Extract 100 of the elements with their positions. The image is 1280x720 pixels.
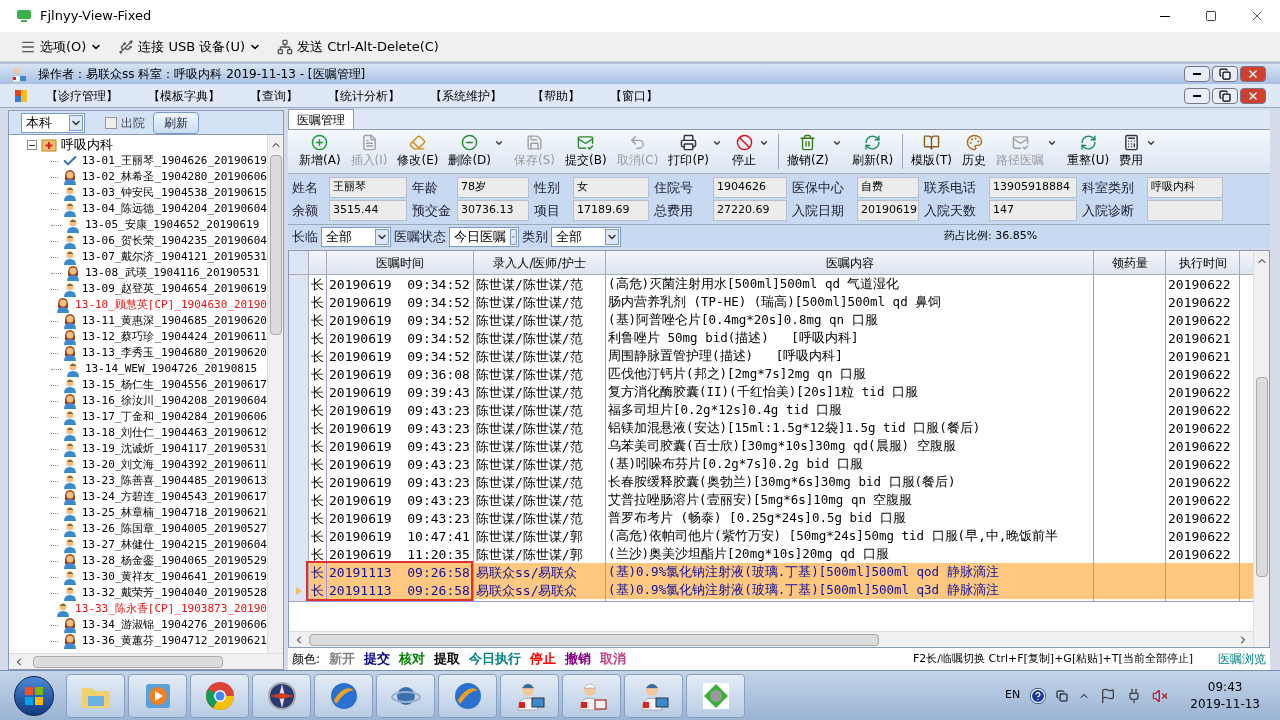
menu-item[interactable]: 【帮助】 [532,86,580,105]
refresh-button[interactable]: 刷新 [153,111,199,134]
patient-tree-item[interactable]: 13-24_方碧连_1904543_20190617 [81,488,267,506]
info-field[interactable] [1147,200,1223,221]
patient-tree-item[interactable]: 13-13_李秀玉_1904680_20190620 [81,344,267,362]
patient-tree-item[interactable]: 13-09_赵登英_1904654_20190619 [81,280,267,298]
horizontal-scrollbar[interactable] [289,631,1253,647]
help-icon[interactable] [1030,687,1047,704]
info-field[interactable]: 女 [573,177,649,198]
table-row[interactable]: 长 20190619 09:34:52 陈世谋/陈世谋/范 周围静脉置管护理(描述) [呼吸内科] 20190621 [289,347,1253,365]
close-button[interactable] [1240,66,1266,82]
info-field[interactable]: 1904626 [713,177,787,198]
flag-icon[interactable] [1100,687,1117,704]
tree-root-label[interactable]: 呼吸内科 [61,135,113,155]
patient-tree-item[interactable]: 13-06_贺长荣_1904235_20190604 [81,232,267,250]
filter-dropdown[interactable]: 全部 [551,226,621,247]
menu-item[interactable]: 【诊疗管理】 [46,86,118,105]
restore-button[interactable] [1212,66,1238,82]
close-button[interactable] [1240,87,1266,104]
clock-date[interactable]: 2019-11-13 [1190,695,1260,713]
patient-tree-item[interactable]: 13-23_陈善喜_1904485_20190613 [81,472,267,490]
patient-tree-item[interactable]: 13-01_王丽琴_1904626_20190619 [81,152,267,170]
toolbar-button[interactable]: 打印(P) [663,134,727,169]
info-field[interactable]: 30736.13 [457,200,529,221]
table-row[interactable]: 长 20191113 09:26:58 易联众ss/易联众 (基)0.9%氯化钠注射液(玻璃.丁基)[500ml]500ml qod 静脉滴注 [289,563,1253,581]
patient-tree-item[interactable]: 13-25_林章楠_1904718_20190621 [81,504,267,522]
scope-dropdown[interactable]: 本科 [21,112,85,133]
filter-dropdown[interactable]: 全部 [321,226,391,247]
patient-tree-item[interactable]: 13-32_戴荣芳_1904040_20190528 [81,584,267,602]
patient-tree-item[interactable]: 13-30_黄祥友_1904641_20190619 [81,568,267,586]
toolbar-menu-button[interactable]: 选项(O) [20,36,103,57]
menu-item[interactable]: 【统计分析】 [328,86,400,105]
row-header[interactable] [289,581,309,602]
patient-tree-item[interactable]: 13-14_WEW_1904726_20190815 [85,360,258,378]
vertical-scrollbar[interactable] [1253,251,1269,647]
taskbar-button[interactable] [500,673,559,718]
minimize-button[interactable] [1184,66,1210,82]
info-field[interactable]: 自费 [857,177,919,198]
minimize-button[interactable] [1184,87,1210,104]
filter-dropdown[interactable]: 今日医嘱 [449,226,519,247]
patient-tree-item[interactable]: 13-33_陈永香[CP]_1903873_20190 [75,600,267,618]
patient-tree-item[interactable]: 13-20_刘文海_1904392_20190611 [81,456,267,474]
taskbar-button[interactable] [438,673,497,718]
checkbox[interactable] [105,116,117,129]
clock-time[interactable]: 09:43 [1207,678,1243,696]
restore-button[interactable] [1212,87,1238,104]
info-field[interactable]: 78岁 [457,177,529,198]
patient-tree-item[interactable]: 13-17_丁金和_1904284_20190606 [81,408,267,426]
patient-tree-item[interactable]: 13-26_陈国章_1904005_20190527 [81,520,267,538]
patient-tree-item[interactable]: 13-27_林健仕_1904215_20190604 [81,536,267,554]
table-row[interactable]: 长 20190619 09:34:52 陈世谋/陈世谋/范 利鲁唑片 50mg bid(描述) [呼吸内科] 20190621 [289,329,1253,347]
info-field[interactable]: 147 [989,200,1077,221]
patient-tree-item[interactable]: 13-08_武瑛_1904116_20190531 [85,264,260,282]
toolbar-button[interactable]: 删除(D) [443,134,510,169]
toolbar-button[interactable]: 重整(U) [1062,134,1115,169]
patient-tree-item[interactable]: 13-07_戴尔济_1904121_20190531 [81,248,267,266]
patient-tree-item[interactable]: 13-03_钟安民_1904538_20190615 [81,184,267,202]
toolbar-button[interactable]: 修改(E) [392,134,444,169]
collapse-toggle[interactable] [27,140,37,150]
toolbar-button[interactable]: 新增(A) [294,134,346,169]
table-row[interactable]: 长 20190619 09:34:52 陈世谋/陈世谋/范 (基)阿普唑仑片[0.4mg*20s]0.8mg qn 口服 20190622 [289,311,1253,329]
patient-tree-item[interactable]: 13-05_安康_1904652_20190619 [85,216,260,234]
info-field[interactable]: 呼吸内科 [1147,177,1223,198]
patient-tree-item[interactable]: 13-34_游淑锦_1904276_20190606 [81,616,267,634]
toolbar-button[interactable]: 刷新(R) [846,134,899,169]
info-field[interactable]: 17189.69 [573,200,649,221]
info-field[interactable]: 3515.44 [329,200,407,221]
patient-tree-item[interactable]: 13-18_刘仕仁_1904463_20190612 [81,424,267,442]
toolbar-button[interactable]: 历史 [957,134,991,169]
patient-tree-item[interactable]: 13-15_杨仁生_1904556_20190617 [81,376,267,394]
table-row[interactable]: 长 20190619 09:43:23 陈世谋/陈世谋/范 (基)吲哚布芬片[0.2g*7s]0.2g bid 口服 20190622 [289,455,1253,473]
toolbar-button[interactable]: 撤销(Z) [778,134,847,169]
toolbar-menu-button[interactable]: 发送 Ctrl-Alt-Delete(C) [277,36,439,57]
patient-tree-item[interactable]: 13-16_徐汝川_1904208_20190604 [81,392,267,410]
menu-item[interactable]: 【系统维护】 [430,86,502,105]
table-row[interactable]: 长 20190619 09:43:23 陈世谋/陈世谋/范 长春胺缓释胶囊(奥勃兰)[30mg*6s]30mg bid 口服(餐后) 20190622 [289,473,1253,491]
table-row[interactable]: 长 20191113 09:26:58 易联众ss/易联众 (基)0.9%氯化钠注射液(玻璃.丁基)[500ml]500ml q3d 静脉滴注 [289,581,1253,599]
order-browse-link[interactable]: 医嘱浏览 [1218,650,1266,668]
toolbar-button[interactable]: 模版(T) [902,134,957,169]
horizontal-scrollbar[interactable] [9,653,283,669]
table-row[interactable]: 长 20190619 10:47:41 陈世谋/陈世谋/郭 (高危)依帕司他片(紫竹万安) [50mg*24s]50mg tid 口服(早,中,晚饭前半 20190622 [289,527,1253,545]
table-row[interactable]: 长 20190619 09:43:23 陈世谋/陈世谋/范 福多司坦片[0.2g*12s]0.4g tid 口服 20190622 [289,401,1253,419]
table-row[interactable]: 长 20190619 09:43:23 陈世谋/陈世谋/范 普罗布考片 (畅泰) [0.25g*24s]0.5g bid 口服 20190622 [289,509,1253,527]
toolbar-button[interactable]: 停止 [727,134,774,169]
patient-tree-item[interactable]: 13-02_林希圣_1904280_20190606 [81,168,267,186]
info-field[interactable]: 20190619 [857,200,919,221]
patient-tree-item[interactable]: 13-36_黄蕙芬_1904712_20190621 [81,632,267,650]
table-row[interactable]: 长 20190619 09:43:23 陈世谋/陈世谋/范 乌苯美司胶囊(百士欣)[30mg*10s]30mg qd(晨服) 空腹服 20190622 [289,437,1253,455]
tab[interactable]: 医嘱管理 [288,109,354,129]
table-row[interactable]: 长 20190619 09:34:52 陈世谋/陈世谋/范 肠内营养乳剂 (TP-HE) (瑞高)[500ml]500ml qd 鼻饲 20190622 [289,293,1253,311]
taskbar-button[interactable] [624,673,683,718]
patient-tree-item[interactable]: 13-28_杨金銮_1904065_20190529 [81,552,267,570]
menu-item[interactable]: 【模板字典】 [148,86,220,105]
info-field[interactable]: 27220.69 [713,200,787,221]
table-row[interactable]: 长 20190619 09:43:23 陈世谋/陈世谋/范 铝镁加混悬液(安达)[15ml:1.5g*12袋]1.5g tid 口服(餐后) 20190622 [289,419,1253,437]
toolbar-button[interactable]: 提交(B) [560,134,612,169]
taskbar-button[interactable] [376,673,435,718]
patient-tree-item[interactable]: 13-04_陈远德_1904204_20190604 [81,200,267,218]
vertical-scrollbar[interactable] [267,135,283,653]
taskbar-button[interactable] [252,673,311,718]
